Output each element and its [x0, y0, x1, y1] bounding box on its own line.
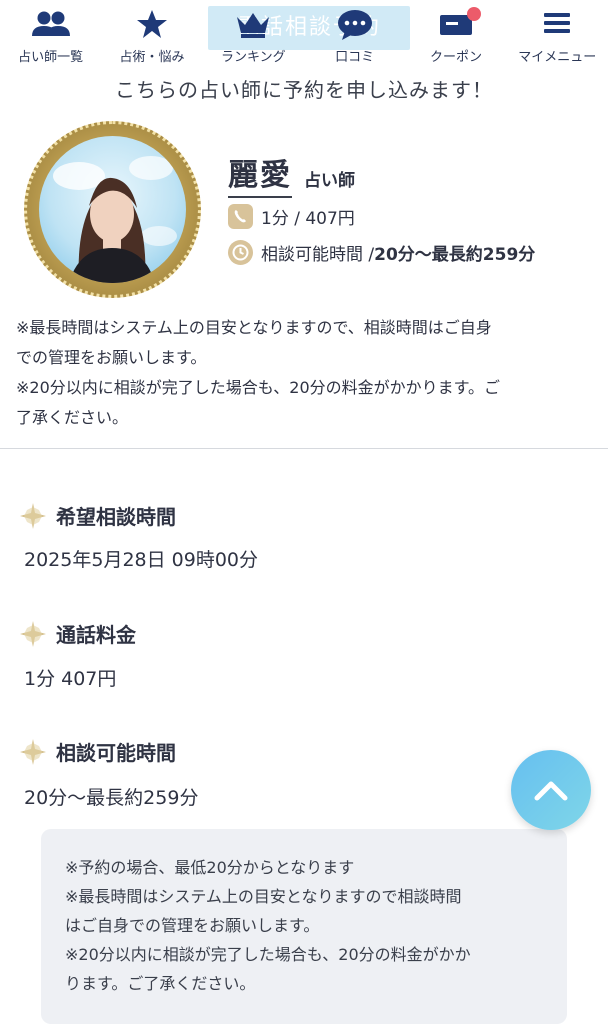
avatar: [39, 136, 186, 283]
nav-label: 口コミ: [335, 50, 375, 65]
notice-line: ※予約の場合、最低20分からとなります: [65, 858, 355, 877]
section-heading-text: 希望相談時間: [56, 505, 176, 529]
nav-label: ランキング: [221, 50, 286, 65]
notice-line: ります。ご了承ください。: [65, 974, 256, 993]
sparkle-icon: [20, 502, 46, 529]
star-icon: [136, 10, 167, 38]
sparkle-icon: [20, 738, 46, 765]
price-row: 1分 / 407円: [228, 204, 355, 229]
fortune-teller-name: 麗愛: [228, 150, 292, 198]
fortune-teller-portrait: [53, 156, 177, 283]
top-navigation: 電話相談予約 占い師一覧 占術・悩み ランキング 口コミ クーポン マイメニュー: [0, 0, 608, 68]
notification-badge: [467, 7, 482, 21]
section-divider: [0, 448, 608, 449]
duration-section-value: 20分〜最長約259分: [24, 787, 199, 809]
nav-item-my-menu[interactable]: マイメニュー: [507, 0, 608, 68]
nav-label: クーポン: [429, 50, 482, 65]
avatar-frame: [24, 121, 201, 298]
section-heading-fee: 通話料金: [20, 619, 136, 648]
crown-icon: [237, 13, 270, 38]
notice-line: ※最長時間はシステム上の目安となりますので相談時間: [65, 887, 462, 906]
notice-line: ※20分以内に相談が完了した場合も、20分の料金がかか: [65, 945, 471, 964]
hamburger-menu-icon: [544, 13, 571, 33]
nav-label: マイメニュー: [518, 50, 597, 65]
clock-icon: [228, 240, 253, 265]
nav-item-coupons[interactable]: クーポン: [405, 0, 506, 68]
fee-value: 1分 407円: [24, 668, 117, 690]
chat-bubble-icon: [337, 10, 372, 40]
fortune-teller-role: 占い師: [304, 171, 355, 191]
duration-label: 相談可能時間 /: [261, 245, 375, 265]
users-icon: [31, 11, 70, 36]
duration-row: 相談可能時間 / 20分〜最長約259分: [228, 240, 535, 265]
page-title: こちらの占い師に予約を申し込みます！: [115, 78, 493, 102]
datetime-value: 2025年5月28日 09時00分: [24, 549, 259, 571]
nav-item-fortune-tellers[interactable]: 占い師一覧: [0, 0, 101, 68]
phone-icon: [228, 204, 253, 229]
caution-note: ※最長時間はシステム上の目安となりますので、相談時間はご自身 での管理をお願いし…: [16, 313, 596, 433]
section-heading-datetime: 希望相談時間: [20, 501, 176, 530]
reservation-notice-box: ※予約の場合、最低20分からとなります ※最長時間はシステム上の目安となりますの…: [41, 829, 567, 1024]
nav-item-divination-topics[interactable]: 占術・悩み: [101, 0, 202, 68]
section-heading-text: 通話料金: [56, 623, 136, 647]
notice-line: はご自身での管理をお願いします。: [65, 916, 320, 935]
sparkle-icon: [20, 620, 46, 647]
section-heading-text: 相談可能時間: [56, 741, 176, 765]
note-line: ※最長時間はシステム上の目安となりますので、相談時間はご自身: [16, 318, 492, 337]
chevron-up-icon: [534, 781, 568, 801]
duration-value: 20分〜最長約259分: [374, 245, 536, 265]
note-line: ※20分以内に相談が完了した場合も、20分の料金がかかります。ご: [16, 378, 501, 397]
section-heading-duration: 相談可能時間: [20, 737, 176, 766]
nav-item-ranking[interactable]: ランキング: [203, 0, 304, 68]
scroll-to-top-button[interactable]: [511, 750, 591, 830]
nav-item-reviews[interactable]: 口コミ: [304, 0, 405, 68]
price-text: 1分 / 407円: [261, 209, 355, 229]
nav-label: 占術・悩み: [119, 50, 185, 65]
note-line: での管理をお願いします。: [16, 348, 207, 367]
nav-label: 占い師一覧: [18, 50, 84, 65]
note-line: 了承ください。: [16, 408, 129, 427]
